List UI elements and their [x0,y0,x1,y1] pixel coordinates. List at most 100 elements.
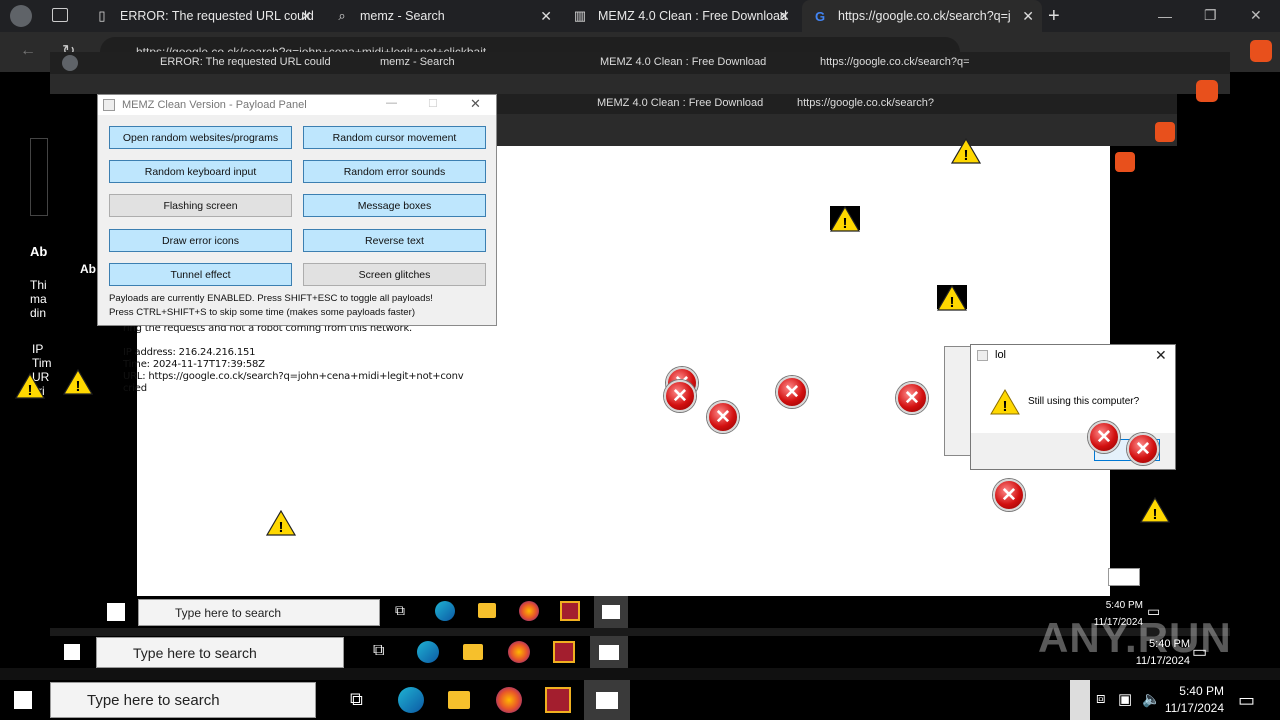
fragment-text: Ab [80,262,96,276]
tab-google[interactable]: G https://google.co.ck/search?q=j ✕ [802,0,1042,32]
error-icon: ✕ [707,401,739,433]
firefox-icon[interactable] [508,641,530,663]
office-icon [1115,152,1135,172]
new-tab-icon[interactable]: + [1048,5,1060,28]
file-explorer-icon[interactable] [448,691,470,709]
app-icon [103,99,115,111]
start-icon[interactable] [107,603,125,621]
close-icon[interactable]: ✕ [1155,347,1167,364]
notification-icon[interactable]: ▭ [1238,690,1255,711]
tab-error[interactable]: ▯ ERROR: The requested URL could ✕ [84,0,320,32]
warning-icon: ! [937,285,967,311]
start-icon[interactable] [14,691,32,709]
profile-avatar-icon [62,55,78,71]
winrar-icon[interactable] [553,641,575,663]
app-icon [977,350,988,361]
back-icon[interactable]: ← [20,42,36,60]
office-icon[interactable] [1250,40,1272,62]
error-icon: ✕ [776,376,808,408]
taskbar-separator [0,668,1280,680]
payload-keyboard-button[interactable]: Random keyboard input [109,160,292,183]
warning-icon: ! [830,206,860,232]
window-close-icon[interactable]: ✕ [1250,7,1262,24]
task-view-icon[interactable]: ⧉ [350,689,363,710]
payload-glitches-button[interactable]: Screen glitches [303,263,486,286]
error-icon: ✕ [664,380,696,412]
close-icon[interactable]: ✕ [1022,8,1034,25]
watermark: ANY.RUN [1038,614,1232,661]
memz-taskbar-button[interactable] [584,680,630,720]
minimize-icon[interactable]: — [386,97,397,109]
network-icon[interactable]: ⧈ [1096,690,1106,707]
svg-text:!: ! [279,519,284,536]
tab-label: memz - Search [360,9,445,23]
start-icon[interactable] [64,644,80,660]
payload-error-sounds-button[interactable]: Random error sounds [303,160,486,183]
tab-memz-search[interactable]: ⌕ memz - Search ✕ [324,0,560,32]
memz-taskbar-button[interactable] [594,596,628,628]
taskbar-search-input[interactable]: Type here to search [138,599,380,626]
file-explorer-icon[interactable] [463,644,483,660]
taskbar-inner: Type here to search ⧉ 5:40 PM 11/17/2024 … [97,596,1182,628]
payload-open-websites-button[interactable]: Open random websites/programs [109,126,292,149]
close-icon[interactable]: ✕ [470,96,481,112]
nested-tab-bar-1: ERROR: The requested URL could memz - Se… [50,52,1230,74]
firefox-icon[interactable] [496,687,522,713]
taskbar-search-input[interactable]: Type here to search [50,682,316,718]
winrar-icon[interactable] [560,601,580,621]
edge-icon[interactable] [435,601,455,621]
payload-tunnel-button[interactable]: Tunnel effect [109,263,292,286]
payload-cursor-button[interactable]: Random cursor movement [303,126,486,149]
page-icon: ▯ [98,8,106,23]
warning-icon: ! [951,138,981,164]
search-placeholder: Type here to search [133,644,257,661]
error-icon: ✕ [1088,421,1120,453]
tab-memz-download[interactable]: ▥ MEMZ 4.0 Clean : Free Download ✕ [562,0,798,32]
panel-title: MEMZ Clean Version - Payload Panel [122,99,307,111]
task-view-icon[interactable]: ⧉ [395,602,405,619]
panel-titlebar: MEMZ Clean Version - Payload Panel — ☐ ✕ [98,95,496,115]
task-view-icon[interactable]: ⧉ [373,642,384,660]
nested-tab: memz - Search [380,56,455,68]
tab-actions-icon[interactable] [52,8,68,22]
error-url-cont: cried [123,383,147,394]
memz-taskbar-button[interactable] [590,636,628,668]
svg-text:!: ! [964,147,969,164]
taskbar-outer: Type here to search ⧉ ⧈ ▣ 🔈 5:40 PM 11/17… [0,680,1280,720]
minimize-icon[interactable]: — [1158,8,1172,24]
winrar-icon[interactable] [545,687,571,713]
office-icon [1155,122,1175,142]
error-icon: ✕ [896,382,928,414]
close-icon[interactable]: ✕ [300,8,312,25]
display-icon[interactable]: ▣ [1118,690,1132,708]
panel-hint-text: Press CTRL+SHIFT+S to skip some time (ma… [109,307,416,318]
payload-error-icons-button[interactable]: Draw error icons [109,229,292,252]
msgbox-titlebar: lol ✕ [971,345,1175,367]
payload-message-boxes-button[interactable]: Message boxes [303,194,486,217]
error-icon: ✕ [993,479,1025,511]
close-icon[interactable]: ✕ [540,8,552,25]
page-corner-widget [1108,568,1140,586]
nested-tab: https://google.co.ck/search?q= [820,56,970,68]
file-explorer-icon[interactable] [478,603,496,618]
warning-icon: ! [266,510,296,536]
firefox-icon[interactable] [519,601,539,621]
nested-tab: ERROR: The requested URL could [160,56,331,68]
payload-reverse-text-button[interactable]: Reverse text [303,229,486,252]
msgbox-message: Still using this computer? [1028,396,1140,407]
taskbar-search-input[interactable]: Type here to search [96,637,344,668]
maximize-icon[interactable]: ☐ [428,97,438,110]
error-ip: IP address: 216.24.216.151 [123,347,256,358]
edge-icon[interactable] [417,641,439,663]
outer-tab-bar: ▯ ERROR: The requested URL could ✕ ⌕ mem… [0,0,1280,32]
restore-icon[interactable]: ❐ [1204,7,1217,24]
profile-avatar-icon[interactable] [10,5,32,27]
nested-fragment-box [30,138,48,216]
show-hidden-icons[interactable] [1070,680,1090,720]
svg-text:!: ! [843,215,848,232]
close-icon[interactable]: ✕ [778,8,790,25]
tab-label: ERROR: The requested URL could [120,9,314,23]
payload-flashing-button[interactable]: Flashing screen [109,194,292,217]
edge-icon[interactable] [398,687,424,713]
warning-icon: ! [15,373,45,399]
